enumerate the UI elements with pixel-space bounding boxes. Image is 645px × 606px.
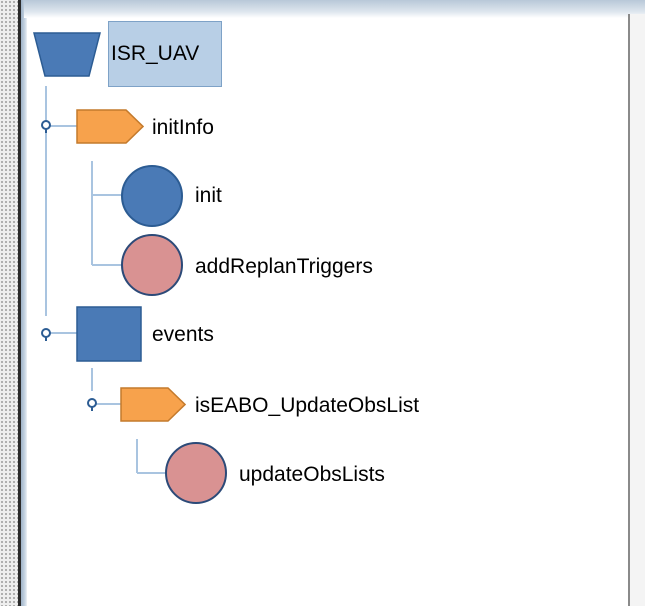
root-trapezoid-icon xyxy=(33,32,101,77)
updateobslists-circle-icon xyxy=(165,442,227,504)
tree-node-addreplantriggers-label[interactable]: addReplanTriggers xyxy=(195,253,373,281)
splitter-handle[interactable] xyxy=(0,0,18,606)
tree-node-root-label[interactable]: ISR_UAV xyxy=(108,21,222,87)
events-square-icon xyxy=(76,306,142,362)
expand-toggle-icon[interactable] xyxy=(85,397,99,411)
tree-view[interactable]: ISR_UAV initInfo init addReplanTriggers … xyxy=(27,18,628,606)
init-circle-icon xyxy=(121,165,183,227)
tree-node-events-label[interactable]: events xyxy=(152,321,214,349)
tree-node-init-label[interactable]: init xyxy=(195,182,222,210)
tree-node-updateobslists-label[interactable]: updateObsLists xyxy=(239,461,385,489)
panel-border-left xyxy=(18,0,27,606)
expand-toggle-icon[interactable] xyxy=(39,327,53,341)
addreplantriggers-circle-icon xyxy=(121,234,183,296)
initinfo-pentagon-arrow-icon xyxy=(76,109,144,144)
iseabo-pentagon-arrow-icon xyxy=(120,387,186,422)
expand-toggle-icon[interactable] xyxy=(39,119,53,133)
panel-border-top xyxy=(24,0,645,18)
tree-node-iseabo-updateobslist-label[interactable]: isEABO_UpdateObsList xyxy=(195,392,419,420)
tree-node-initinfo-label[interactable]: initInfo xyxy=(152,114,214,142)
panel-border-right xyxy=(628,14,645,606)
